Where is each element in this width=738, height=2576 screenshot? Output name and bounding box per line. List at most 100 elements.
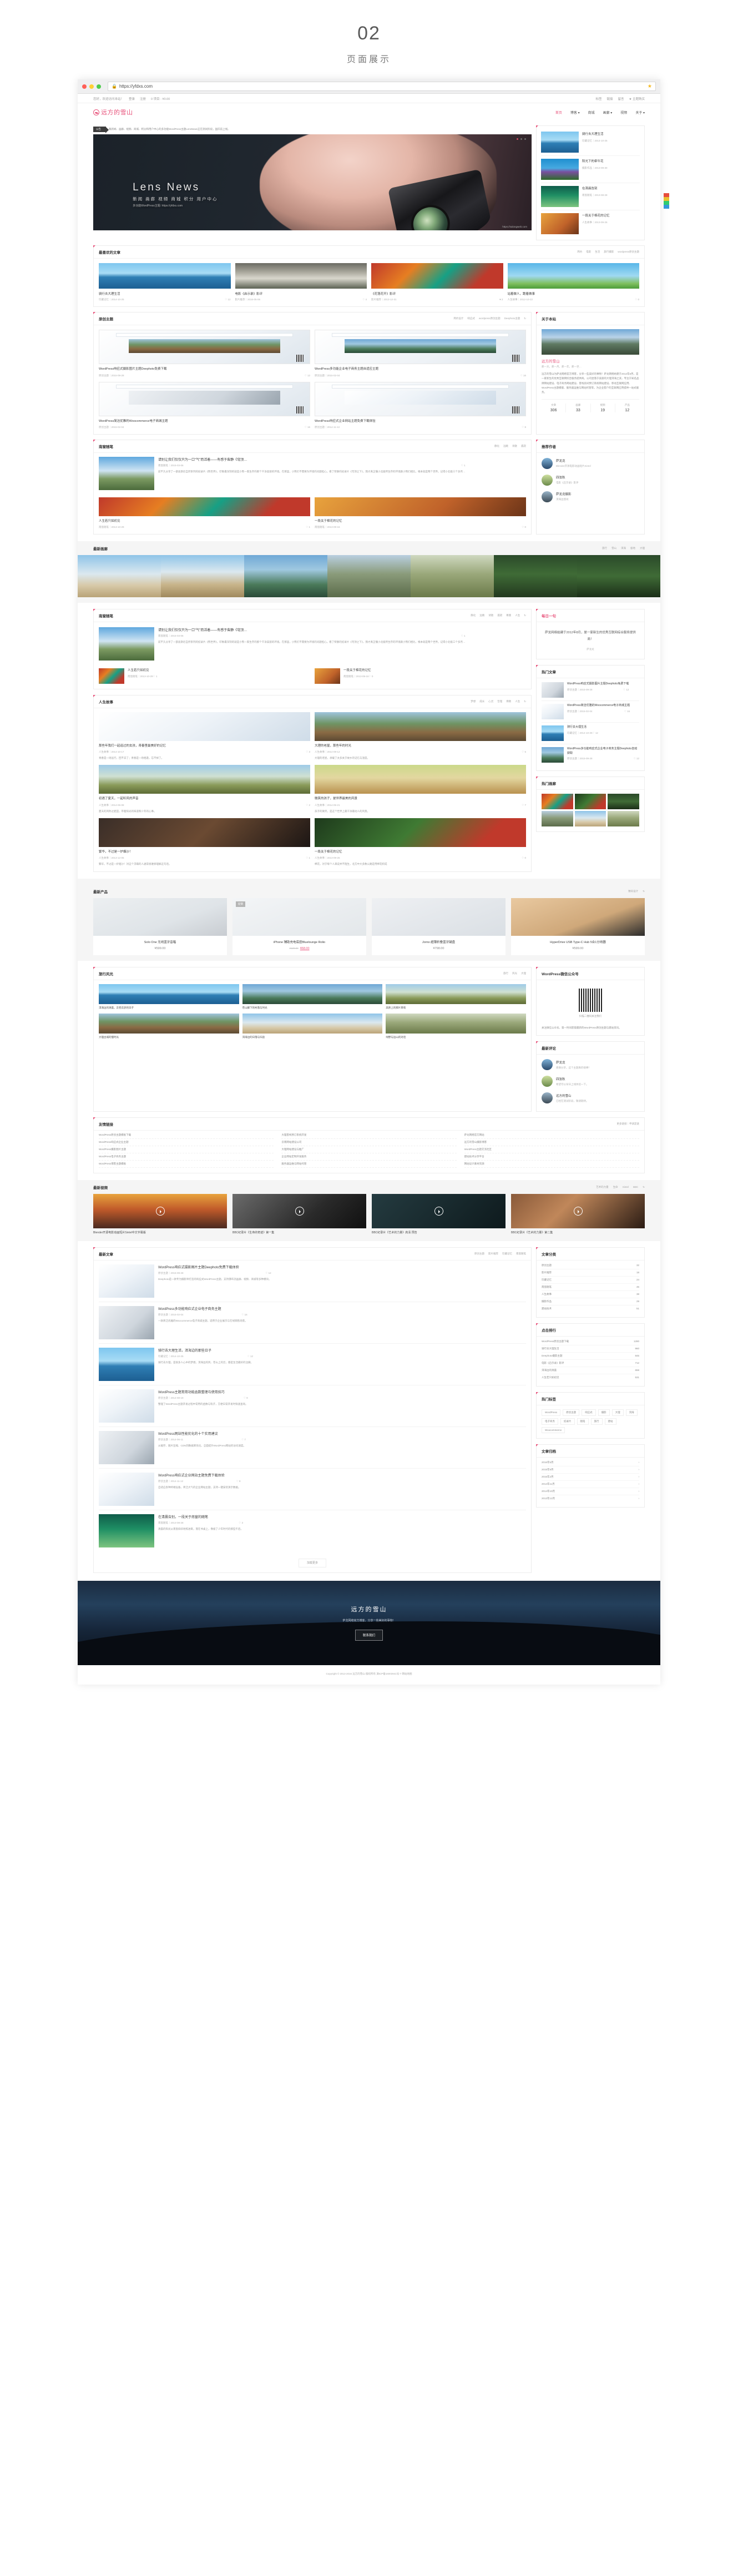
product-card[interactable]: Jorno 超薄折叠蓝牙键盘 ¥798.00 xyxy=(372,898,506,956)
archive-item[interactable]: 2014年10月 › xyxy=(542,1488,639,1495)
tag-item[interactable]: WordPress xyxy=(542,1409,561,1416)
pin-card[interactable]: 绿野与远山的对话 xyxy=(386,1013,526,1040)
story-card[interactable]: 初遇了夏天，一起听风的声音 人生故事｜2014-06-08 ♡ 2 夏天的风吹过麦… xyxy=(99,765,310,813)
tab-item[interactable]: 大理 xyxy=(521,972,526,975)
contact-button[interactable]: 联系我们 xyxy=(355,1630,383,1641)
friend-link[interactable]: WordPress主题交流社区 xyxy=(464,1146,639,1154)
archive-item[interactable]: 2015年9月 › xyxy=(542,1466,639,1474)
friend-link[interactable]: WordPress原创主题模板下载 xyxy=(99,1132,274,1140)
product-card[interactable]: 促销 iPhone 辅助充电底座Bluelounge Rolio ¥120.00… xyxy=(232,898,366,956)
tab-item[interactable]: 诗歌 xyxy=(488,614,493,617)
category-item[interactable]: 影片推荐 18 xyxy=(542,1269,639,1277)
gallery-thumb[interactable] xyxy=(574,794,606,810)
float-item-3[interactable] xyxy=(664,201,669,205)
list-item[interactable]: WordPress响应式摄影图片主题Deephoto免费下载 原创主题｜2015… xyxy=(542,679,639,702)
tab-item[interactable]: Deephoto主题 xyxy=(504,317,520,320)
tab-item[interactable]: 影片推荐 xyxy=(488,1252,498,1256)
address-bar[interactable]: 🔒 https://yfdxs.com ★ xyxy=(108,82,656,92)
tab-item[interactable]: 旅行 xyxy=(503,972,508,975)
friend-link[interactable]: WordPress电子商务主题 xyxy=(99,1153,274,1161)
pin-card[interactable]: 大理古城的慢时光 xyxy=(99,1013,239,1040)
register-link[interactable]: 注册 xyxy=(140,97,146,101)
load-more-button[interactable]: 加载更多 xyxy=(298,1558,326,1567)
tab-item[interactable]: 静化 xyxy=(494,445,499,448)
friend-link[interactable]: WordPress摄影图片主题 xyxy=(99,1146,274,1154)
play-icon[interactable] xyxy=(434,1207,443,1216)
comment-item[interactable]: 远方的雪山 已经在测试阶段，敬请期待。 xyxy=(542,1090,639,1106)
video-card[interactable]: BBC纪录片《生命的奇迹》第一集 xyxy=(232,1194,366,1236)
tag-item[interactable]: 原创主题 xyxy=(563,1409,580,1416)
tab-item[interactable]: 生活 xyxy=(595,250,600,254)
nav-item-video[interactable]: 视频 xyxy=(620,110,627,115)
archive-item[interactable]: 2015年2月 › xyxy=(542,1474,639,1481)
play-icon[interactable] xyxy=(573,1207,583,1216)
tab-item[interactable]: 生命 xyxy=(613,1186,618,1189)
tab-item[interactable]: Sintel xyxy=(623,1186,629,1189)
pin-card[interactable]: 洱海边的日落与归途 xyxy=(242,1013,383,1040)
friend-link[interactable]: 大理客栈预订系统开发 xyxy=(281,1132,457,1140)
nav-item-about[interactable]: 关于 ▾ xyxy=(635,110,645,115)
post-item[interactable]: WordPress响应式企业网站主题免费下载体验 原创主题｜2014-11-12… xyxy=(99,1469,526,1510)
ranking-item[interactable]: WordPress原创主题下载 1280 xyxy=(542,1338,639,1345)
video-card[interactable]: BBC纪录片《艺术的力量》高清 预告 xyxy=(372,1194,506,1236)
tab-item[interactable]: 成长 xyxy=(479,700,484,703)
tab-item[interactable]: 珍藏记忆 xyxy=(502,1252,512,1256)
tab-item[interactable]: 静化 xyxy=(471,614,476,617)
tab-item[interactable]: 人生 xyxy=(515,700,520,703)
utility-link-buy[interactable]: ★ 主题购买 xyxy=(629,97,645,101)
nav-item-gallery[interactable]: 画廊 ▾ xyxy=(603,110,613,115)
list-item[interactable]: WordPress简洁优雅的Woocommerce电子商城主题 原创主题｜201… xyxy=(542,701,639,723)
list-item[interactable]: WordPress多功能响应式企业电子商务主题Deephoto自动获取 原创主题… xyxy=(542,744,639,765)
post-item[interactable]: WordPress多功能响应式企业电子商务主题 原创主题｜2015-02-04 ♡… xyxy=(99,1302,526,1344)
comment-item[interactable]: 四弦秋 希望可以早日上线体验一下。 xyxy=(542,1073,639,1090)
tab-item[interactable]: wordpress原创主题 xyxy=(479,317,501,320)
friend-link[interactable]: 企业网站定制开发服务 xyxy=(281,1153,457,1161)
tag-item[interactable]: Woocommerce xyxy=(542,1426,565,1433)
refresh-icon[interactable]: ↻ xyxy=(524,700,526,703)
tab-item[interactable]: 数码设计 xyxy=(628,890,638,893)
tag-item[interactable]: 洱海 xyxy=(625,1409,638,1416)
tag-item[interactable]: 电子商务 xyxy=(542,1418,558,1425)
friend-link[interactable]: 建站技术分享平台 xyxy=(464,1153,639,1161)
list-item[interactable]: 阳光下的牵牛花 摄影作品｜2013-09-30 xyxy=(541,156,640,184)
theme-card[interactable]: WordPress响应式企业网站主题免费下载体验 原创主题｜2014-11-12… xyxy=(315,381,526,429)
tab-item[interactable]: BBC xyxy=(633,1186,638,1189)
gallery-thumb[interactable] xyxy=(608,811,639,827)
category-item[interactable]: 原创主题 32 xyxy=(542,1262,639,1269)
tab-item[interactable]: 人生 xyxy=(515,614,520,617)
maximize-icon[interactable] xyxy=(97,84,101,89)
tab-item[interactable]: 尊重 xyxy=(506,614,511,617)
gallery-image[interactable] xyxy=(327,555,411,598)
pin-card[interactable]: 洱海边的清晨，云卷云舒的日子 xyxy=(99,984,239,1010)
story-card[interactable]: 微笑的孩子，是世界最美的风景 人生故事｜2014-05-21 ♡ 7 孩子的微笑，… xyxy=(315,765,526,813)
post-item[interactable]: 请别让我们仅仅只为一口"气"而活着——有感于柴静《穹顶… 南窗随笔｜2015-0… xyxy=(99,626,526,664)
friend-link[interactable]: 远方的雪山摄影博客 xyxy=(464,1139,639,1147)
tab-item[interactable]: 哲理 xyxy=(497,700,502,703)
float-item-4[interactable] xyxy=(664,205,669,209)
cart-link[interactable]: 0 项目 - ¥0.00 xyxy=(151,97,170,101)
tab-item[interactable]: 大理 xyxy=(640,547,645,550)
tab-item[interactable]: 佛教 xyxy=(506,700,511,703)
archive-item[interactable]: 2014年11月 › xyxy=(542,1481,639,1488)
login-link[interactable]: 登录 xyxy=(129,97,135,101)
tab-item[interactable]: 诗歌 xyxy=(512,445,517,448)
friend-link[interactable]: 大理网站建设与推广 xyxy=(281,1146,457,1154)
post-item[interactable]: WordPress主题常用功能函数整理与使用技巧 原创主题｜2014-08-19… xyxy=(99,1385,526,1427)
refresh-icon[interactable]: ↻ xyxy=(643,890,645,893)
post-item[interactable]: 骑行去大理生活，洱海边的那些日子 珍藏记忆｜2014-10-25 ♡ 12 骑行去… xyxy=(99,1344,526,1385)
article-card[interactable]: 站着做人，跪着做事 人生故事｜2012-10-22 ♡ 0 xyxy=(507,263,639,301)
archive-item[interactable]: 2013年12月 › xyxy=(542,1495,639,1502)
post-item[interactable]: 一段关于棉花的记忆 南窗随笔｜2013-09-16 ♡ 0 xyxy=(315,497,526,529)
post-item[interactable]: 人生若只如初见 南窗随笔｜2013-10-29 ♡ 1 xyxy=(99,668,310,684)
utility-link-links[interactable]: 链接 xyxy=(607,97,613,101)
friend-link[interactable]: WordPress响应式企业主题 xyxy=(99,1139,274,1147)
author-item[interactable]: 萨龙龙 Blender开源电影动画短片Sintel xyxy=(542,455,639,472)
story-card[interactable]: 那些年我们一起追过的女孩，青春里最美好的记忆 人生故事｜2014-10-17 ♡ … xyxy=(99,712,310,760)
gallery-image[interactable] xyxy=(494,555,577,598)
tab-item[interactable]: 远眺 xyxy=(479,614,484,617)
tab-item[interactable]: 电影 xyxy=(586,250,591,254)
ranking-item[interactable]: 骑行去大理生活 960 xyxy=(542,1345,639,1353)
tab-item[interactable]: 风光 xyxy=(512,972,517,975)
tab-item[interactable]: 洱海 xyxy=(621,547,626,550)
archive-item[interactable]: 2016年5月 › xyxy=(542,1459,639,1466)
